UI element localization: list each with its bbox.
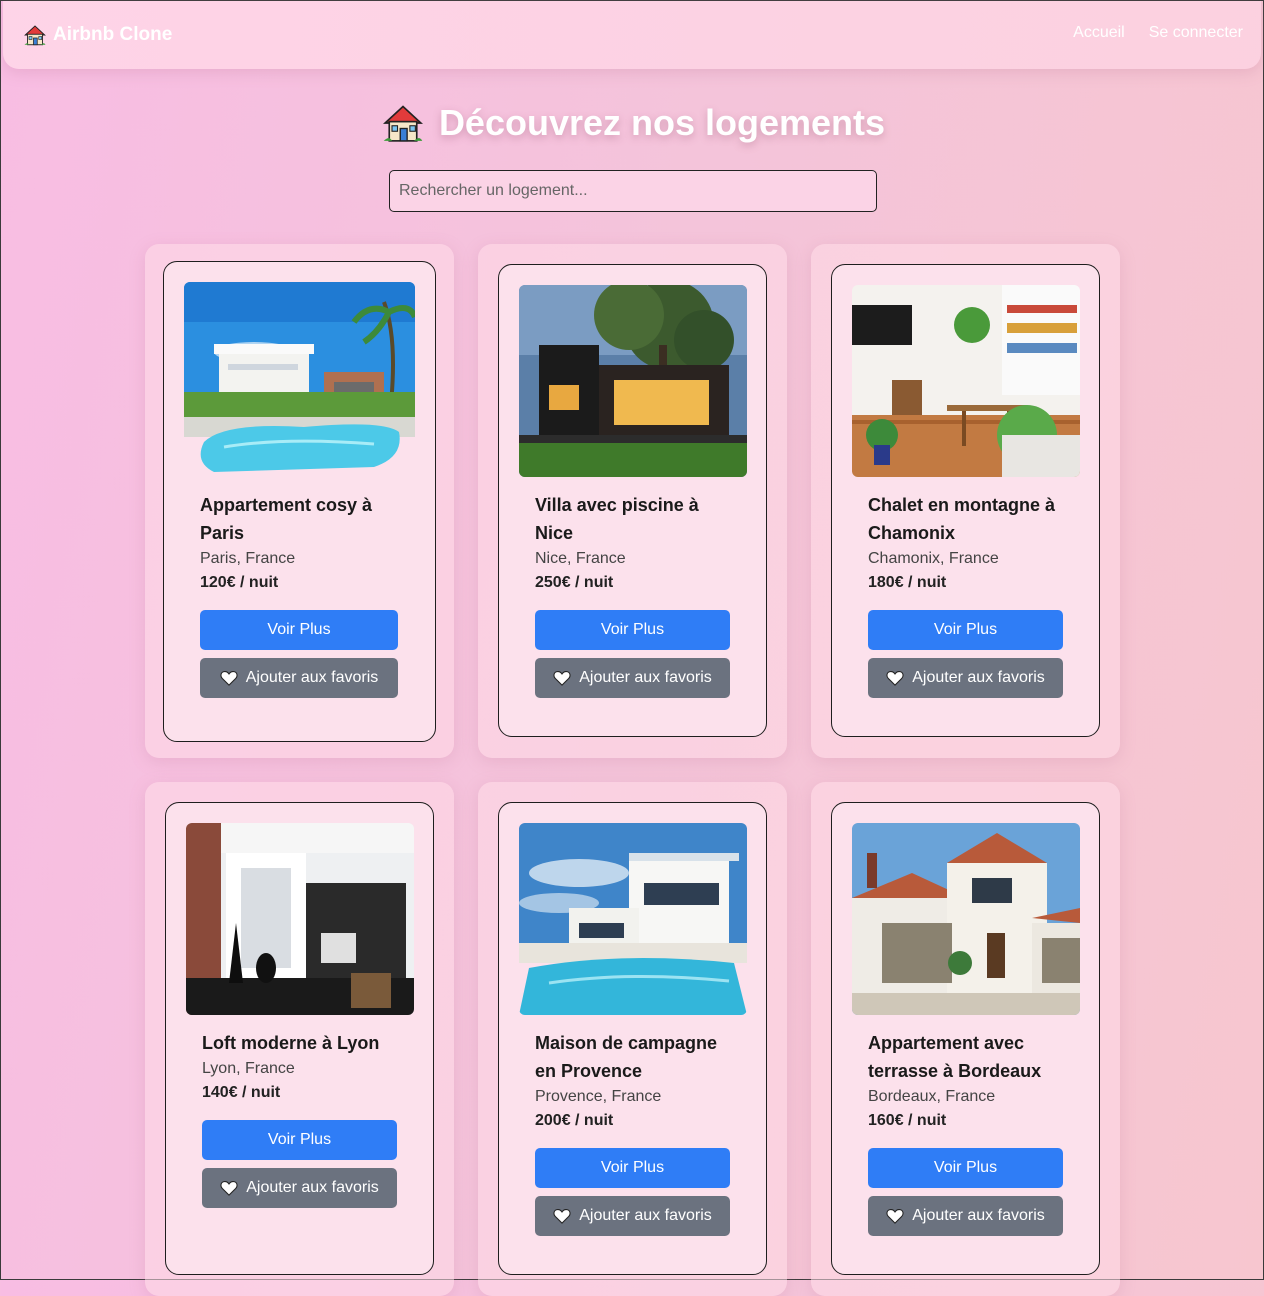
- pool-villa-photo: [184, 282, 415, 476]
- view-more-button[interactable]: Voir Plus: [202, 1120, 397, 1160]
- listing-price: 180€ / nuit: [868, 574, 947, 591]
- listing-location: Chamonix, France: [868, 550, 999, 567]
- heart-icon: [886, 670, 904, 686]
- add-favorite-button[interactable]: Ajouter aux favoris: [868, 1196, 1063, 1236]
- listing-info: Appartement avec terrasse à Bordeaux Bor…: [868, 1029, 1073, 1236]
- listing-location: Nice, France: [535, 550, 626, 567]
- listing-title: Maison de campagne en Provence: [535, 1033, 718, 1081]
- listing-tile: Villa avec piscine à Nice Nice, France 2…: [478, 244, 787, 758]
- listing-card: Chalet en montagne à Chamonix Chamonix, …: [831, 264, 1100, 737]
- add-favorite-label: Ajouter aux favoris: [579, 1207, 712, 1224]
- heart-icon: [886, 1208, 904, 1224]
- listing-card: Maison de campagne en Provence Provence,…: [498, 802, 767, 1275]
- add-favorite-label: Ajouter aux favoris: [912, 669, 1045, 686]
- add-favorite-button[interactable]: Ajouter aux favoris: [200, 658, 398, 698]
- listing-card: Appartement cosy à Paris Paris, France 1…: [163, 261, 436, 742]
- heart-icon: [553, 1208, 571, 1224]
- listing-location: Lyon, France: [202, 1060, 295, 1077]
- modern-house-night-photo: [519, 285, 747, 477]
- listing-location: Bordeaux, France: [868, 1088, 996, 1105]
- listing-info: Chalet en montagne à Chamonix Chamonix, …: [868, 491, 1073, 698]
- listing-price: 140€ / nuit: [202, 1084, 281, 1101]
- add-favorite-label: Ajouter aux favoris: [245, 669, 379, 686]
- listing-price: 250€ / nuit: [535, 574, 614, 591]
- page-title: Découvrez nos logements: [1, 101, 1264, 145]
- add-favorite-button[interactable]: Ajouter aux favoris: [535, 1196, 730, 1236]
- brand-link[interactable]: Airbnb Clone: [23, 23, 172, 47]
- nav-login-link[interactable]: Se connecter: [1149, 24, 1243, 42]
- listing-title: Chalet en montagne à Chamonix: [868, 495, 1056, 543]
- add-favorite-label: Ajouter aux favoris: [912, 1207, 1045, 1224]
- suburban-house-photo: [852, 823, 1080, 1015]
- house-emoji-icon: [381, 101, 425, 145]
- add-favorite-label: Ajouter aux favoris: [246, 1179, 379, 1196]
- heart-icon: [220, 670, 238, 686]
- listing-info: Loft moderne à Lyon Lyon, France 140€ / …: [202, 1029, 407, 1208]
- add-favorite-button[interactable]: Ajouter aux favoris: [535, 658, 730, 698]
- heart-icon: [553, 670, 571, 686]
- listing-price: 120€ / nuit: [200, 574, 279, 591]
- add-favorite-button[interactable]: Ajouter aux favoris: [868, 658, 1063, 698]
- listing-tile: Chalet en montagne à Chamonix Chamonix, …: [811, 244, 1120, 758]
- add-favorite-button[interactable]: Ajouter aux favoris: [202, 1168, 397, 1208]
- loft-interior-photo: [186, 823, 414, 1015]
- listing-location: Paris, France: [200, 550, 296, 567]
- page-title-text: Découvrez nos logements: [438, 102, 886, 143]
- add-favorite-label: Ajouter aux favoris: [579, 669, 712, 686]
- listing-tile: Appartement cosy à Paris Paris, France 1…: [145, 244, 454, 758]
- listing-info: Villa avec piscine à Nice Nice, France 2…: [535, 491, 740, 698]
- listing-price: 160€ / nuit: [868, 1112, 947, 1129]
- house-emoji-icon: [23, 23, 47, 47]
- navbar: Airbnb Clone Accueil Se connecter: [3, 1, 1261, 69]
- living-room-photo: [852, 285, 1080, 477]
- listing-title: Appartement avec terrasse à Bordeaux: [868, 1033, 1042, 1081]
- heart-icon: [220, 1180, 238, 1196]
- listing-title: Loft moderne à Lyon: [202, 1033, 380, 1053]
- search-input[interactable]: [389, 170, 877, 212]
- listing-card: Villa avec piscine à Nice Nice, France 2…: [498, 264, 767, 737]
- listing-location: Provence, France: [535, 1088, 662, 1105]
- nav-links: Accueil Se connecter: [1073, 24, 1243, 42]
- view-more-button[interactable]: Voir Plus: [535, 610, 730, 650]
- brand-name: Airbnb Clone: [53, 24, 173, 45]
- listing-tile: Maison de campagne en Provence Provence,…: [478, 782, 787, 1296]
- listing-info: Maison de campagne en Provence Provence,…: [535, 1029, 740, 1236]
- listing-tile: Loft moderne à Lyon Lyon, France 140€ / …: [145, 782, 454, 1296]
- listing-info: Appartement cosy à Paris Paris, France 1…: [200, 491, 405, 698]
- view-more-button[interactable]: Voir Plus: [868, 1148, 1063, 1188]
- view-more-button[interactable]: Voir Plus: [200, 610, 398, 650]
- listing-price: 200€ / nuit: [535, 1112, 614, 1129]
- listing-card: Loft moderne à Lyon Lyon, France 140€ / …: [165, 802, 434, 1275]
- view-more-button[interactable]: Voir Plus: [535, 1148, 730, 1188]
- listing-tile: Appartement avec terrasse à Bordeaux Bor…: [811, 782, 1120, 1296]
- nav-home-link[interactable]: Accueil: [1073, 24, 1125, 42]
- white-villa-pool-photo: [519, 823, 747, 1015]
- listing-title: Villa avec piscine à Nice: [535, 495, 699, 543]
- listing-title: Appartement cosy à Paris: [200, 495, 373, 543]
- view-more-button[interactable]: Voir Plus: [868, 610, 1063, 650]
- listing-card: Appartement avec terrasse à Bordeaux Bor…: [831, 802, 1100, 1275]
